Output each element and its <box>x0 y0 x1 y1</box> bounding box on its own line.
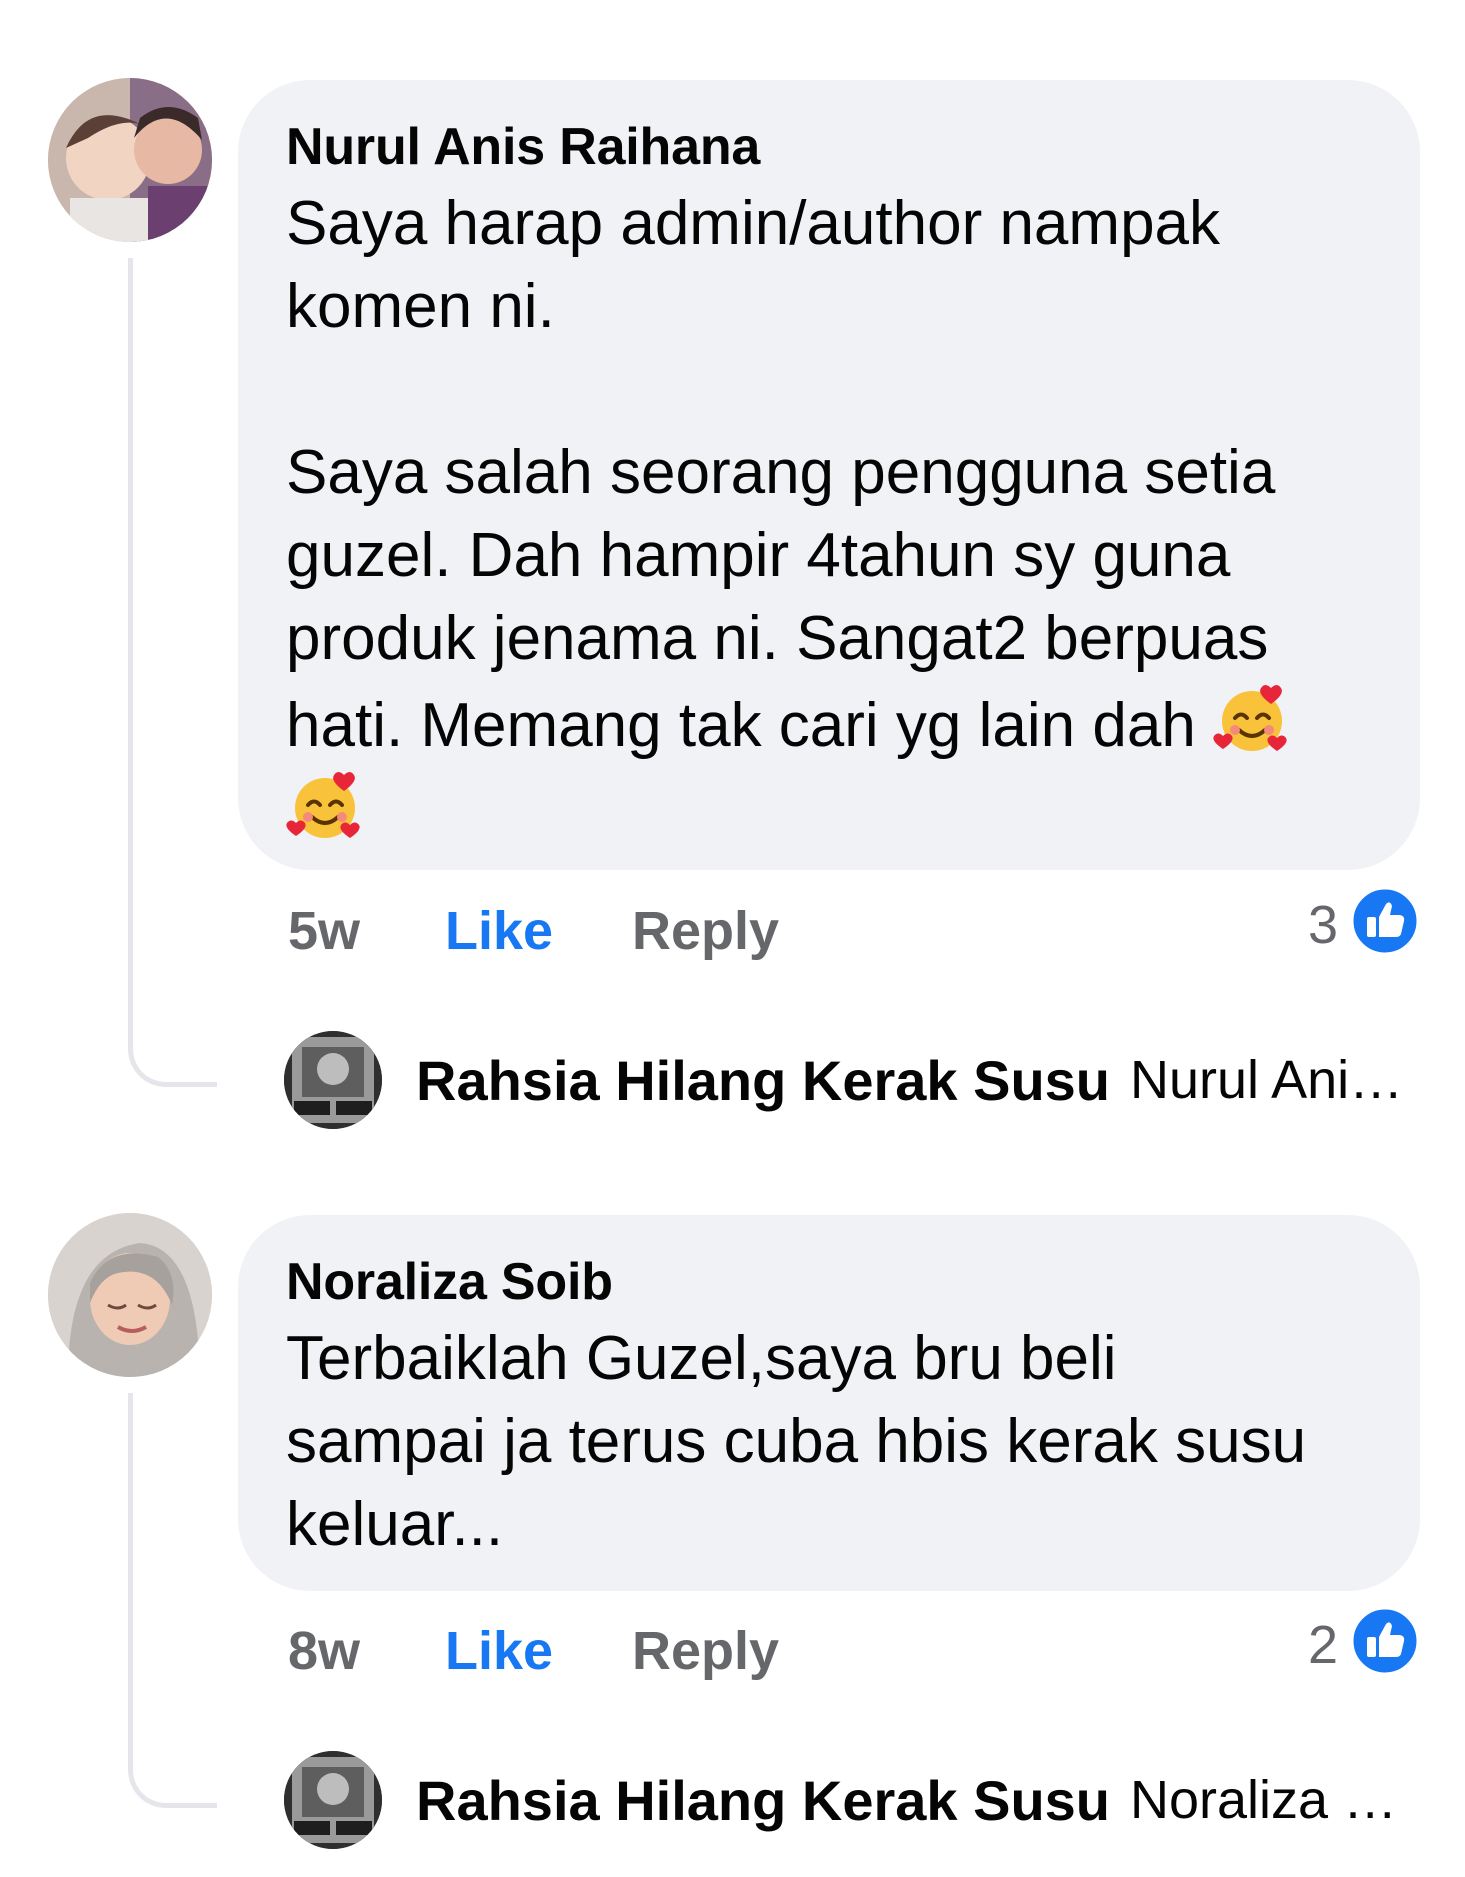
smiling-face-with-hearts-icon <box>286 772 360 838</box>
comment-actions: 5w Like Reply 3 <box>288 886 1420 970</box>
reply-snippet[interactable]: Nurul Anis ... <box>1130 1049 1420 1111</box>
comment-author[interactable]: Nurul Anis Raihana <box>286 112 1372 182</box>
like-button[interactable]: Like <box>445 1620 553 1682</box>
comment-bubble: Nurul Anis Raihana Saya harap admin/auth… <box>238 80 1420 870</box>
reaction-count[interactable]: 2 <box>1308 1614 1338 1676</box>
reaction-count[interactable]: 3 <box>1308 894 1338 956</box>
reply-snippet[interactable]: Noraliza Soi... <box>1130 1769 1420 1831</box>
comment-text: Saya harap admin/author nampak komen ni.… <box>286 182 1372 854</box>
reply-avatar <box>284 1031 382 1129</box>
reply-button[interactable]: Reply <box>632 1620 779 1682</box>
reply-author[interactable]: Rahsia Hilang Kerak Susu <box>416 1048 1110 1113</box>
reply-author[interactable]: Rahsia Hilang Kerak Susu <box>416 1768 1110 1833</box>
comment-actions: 8w Like Reply 2 <box>288 1606 1420 1690</box>
reply-preview[interactable]: Rahsia Hilang Kerak Susu Noraliza Soi... <box>284 1750 1420 1850</box>
thumbs-up-reaction-icon[interactable] <box>1350 886 1420 956</box>
reply-preview[interactable]: Rahsia Hilang Kerak Susu Nurul Anis ... <box>284 1030 1420 1130</box>
comment-timestamp[interactable]: 5w <box>288 900 360 962</box>
thumbs-up-reaction-icon[interactable] <box>1350 1606 1420 1676</box>
reply-avatar <box>284 1751 382 1849</box>
thread-line <box>128 258 217 1087</box>
reply-button[interactable]: Reply <box>632 900 779 962</box>
comment-timestamp[interactable]: 8w <box>288 1620 360 1682</box>
avatar[interactable] <box>48 1213 212 1377</box>
comment-author[interactable]: Noraliza Soib <box>286 1247 1372 1317</box>
avatar[interactable] <box>48 78 212 242</box>
smiling-face-with-hearts-icon <box>1213 685 1287 751</box>
like-button[interactable]: Like <box>445 900 553 962</box>
thread-line <box>128 1393 217 1808</box>
comment-text: Terbaiklah Guzel,saya bru beli sampai ja… <box>286 1324 1307 1559</box>
comment-text-body: Saya harap admin/author nampak komen ni.… <box>286 189 1276 760</box>
comment-bubble: Noraliza Soib Terbaiklah Guzel,saya bru … <box>238 1215 1420 1591</box>
